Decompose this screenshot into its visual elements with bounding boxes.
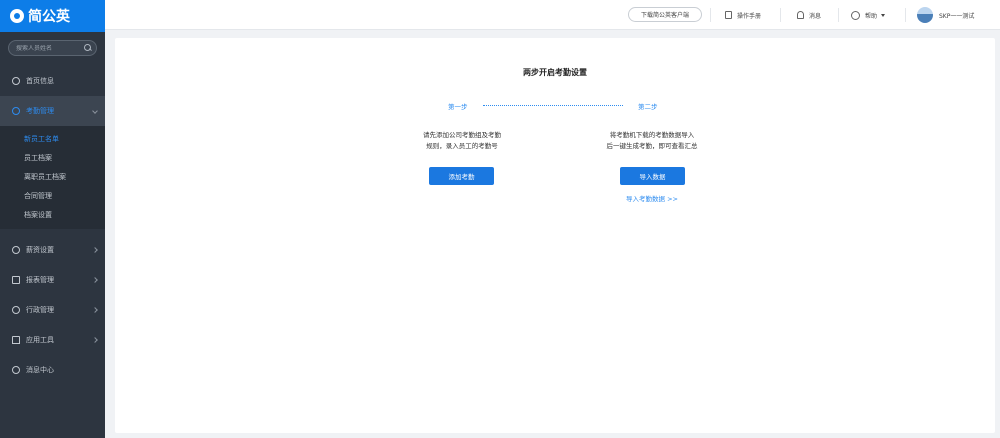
search-input[interactable] xyxy=(16,44,84,52)
search-box xyxy=(8,40,97,56)
sidebar-item-reports[interactable]: 报表管理 xyxy=(0,265,105,295)
step2-label: 第二步 xyxy=(638,103,658,111)
brand-name: 简公英 xyxy=(28,9,70,25)
top-header: 下载简公英客户端 操作手册 消息 帮助 SKP一一测试 xyxy=(105,0,1000,30)
user-menu[interactable]: SKP一一测试 xyxy=(917,0,974,30)
sidebar: 简公英 首页信息 考勤管理 新员工名单 员工档案 离职员工档案 合同管理 档案设… xyxy=(0,0,105,438)
step-connector xyxy=(483,105,623,106)
home-icon xyxy=(12,77,20,85)
tools-icon xyxy=(12,336,20,344)
manual-link-label: 操作手册 xyxy=(737,12,762,20)
user-name: SKP一一测试 xyxy=(939,12,975,20)
sidebar-item-label: 考勤管理 xyxy=(26,107,54,115)
download-client-button[interactable]: 下载简公英客户端 xyxy=(628,7,702,22)
logo[interactable]: 简公英 xyxy=(0,0,105,32)
subnav-item-resigned-files[interactable]: 离职员工档案 xyxy=(0,168,105,187)
header-divider xyxy=(905,8,906,22)
search-icon[interactable] xyxy=(84,44,92,52)
import-data-button[interactable]: 导入数据 xyxy=(620,167,685,185)
messages-link[interactable]: 消息 xyxy=(797,0,821,30)
sidebar-item-home[interactable]: 首页信息 xyxy=(0,66,105,96)
report-icon xyxy=(12,276,20,284)
sidebar-item-label: 应用工具 xyxy=(26,336,54,344)
chevron-right-icon xyxy=(92,277,98,283)
bell-icon xyxy=(797,11,804,19)
manual-link[interactable]: 操作手册 xyxy=(725,0,761,30)
help-label: 帮助 xyxy=(865,12,878,20)
sidebar-item-admin[interactable]: 行政管理 xyxy=(0,295,105,325)
message-icon xyxy=(12,366,20,374)
sidebar-nav: 首页信息 考勤管理 xyxy=(0,66,105,126)
help-icon xyxy=(851,10,860,20)
subnav-item-employee-files[interactable]: 员工档案 xyxy=(0,149,105,168)
main-panel: 两步开启考勤设置 第一步 第二步 请先添加公司考勤组及考勤 规则，录入员工的考勤… xyxy=(115,38,995,433)
attendance-icon xyxy=(12,107,20,115)
page-title: 两步开启考勤设置 xyxy=(523,68,587,77)
sidebar-item-salary[interactable]: 薪资设置 xyxy=(0,235,105,265)
sidebar-nav-more: 薪资设置 报表管理 行政管理 应用工具 消息中心 xyxy=(0,235,105,385)
sidebar-item-tools[interactable]: 应用工具 xyxy=(0,325,105,355)
sidebar-item-label: 薪资设置 xyxy=(26,246,54,254)
sidebar-item-label: 消息中心 xyxy=(26,366,54,374)
chevron-right-icon xyxy=(92,247,98,253)
import-attendance-link[interactable]: 导入考勤数据 >> xyxy=(572,193,732,203)
caret-down-icon xyxy=(881,13,886,17)
sidebar-item-messages[interactable]: 消息中心 xyxy=(0,355,105,385)
chevron-down-icon xyxy=(92,108,98,114)
sidebar-item-label: 行政管理 xyxy=(26,306,54,314)
chevron-right-icon xyxy=(92,337,98,343)
logo-icon xyxy=(10,9,24,23)
avatar xyxy=(917,7,933,23)
step2-description: 将考勤机下载的考勤数据导入 后一键生成考勤，即可查看汇总 xyxy=(606,131,698,150)
messages-link-label: 消息 xyxy=(809,12,822,20)
step1-label: 第一步 xyxy=(448,103,468,111)
sidebar-item-label: 报表管理 xyxy=(26,276,54,284)
subnav-item-new-employees[interactable]: 新员工名单 xyxy=(0,130,105,149)
manual-icon xyxy=(725,11,732,19)
subnav-item-contracts[interactable]: 合同管理 xyxy=(0,187,105,206)
step1-description: 请先添加公司考勤组及考勤 规则，录入员工的考勤号 xyxy=(423,131,501,150)
sidebar-subnav: 新员工名单 员工档案 离职员工档案 合同管理 档案设置 xyxy=(0,126,105,229)
admin-icon xyxy=(12,306,20,314)
sidebar-item-attendance[interactable]: 考勤管理 xyxy=(0,96,105,126)
salary-icon xyxy=(12,246,20,254)
header-divider xyxy=(780,8,781,22)
help-dropdown[interactable]: 帮助 xyxy=(851,0,886,30)
add-attendance-button[interactable]: 添加考勤 xyxy=(429,167,494,185)
chevron-right-icon xyxy=(92,307,98,313)
sidebar-item-label: 首页信息 xyxy=(26,77,54,85)
header-divider xyxy=(710,8,711,22)
subnav-item-file-settings[interactable]: 档案设置 xyxy=(0,206,105,225)
header-divider xyxy=(838,8,839,22)
